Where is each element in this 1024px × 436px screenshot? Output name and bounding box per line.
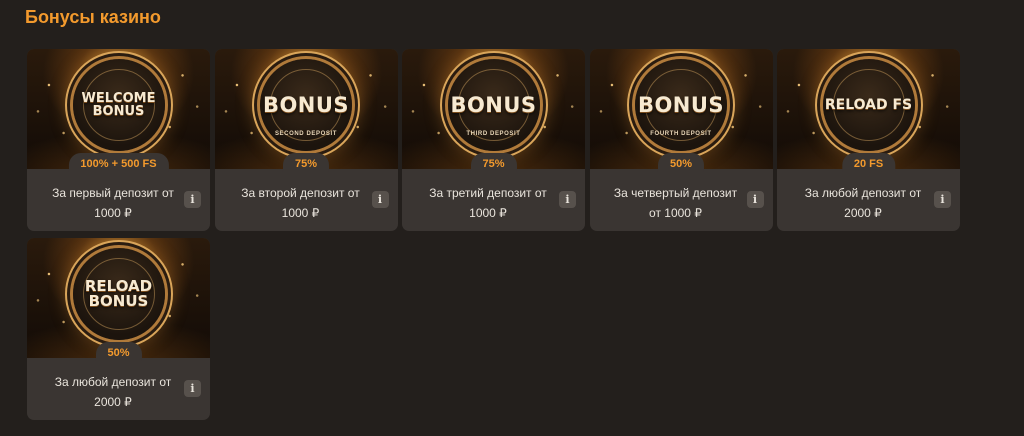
- info-icon: i: [190, 193, 195, 206]
- info-button[interactable]: i: [184, 380, 201, 397]
- info-icon: i: [752, 193, 758, 206]
- bonus-card-second-deposit[interactable]: BONUS SECOND DEPOSIT 75% За второй депоз…: [214, 49, 398, 231]
- bonus-card-image: BONUS THIRD DEPOSIT: [402, 49, 585, 169]
- coin-title: WELCOME BONUS: [81, 91, 156, 119]
- info-icon: i: [565, 193, 570, 206]
- bonus-card-reload-fs[interactable]: RELOAD FS 20 FS За любой депозит от 2000…: [777, 49, 960, 231]
- bonus-description: За любой депозит от 2000 ₽: [41, 372, 185, 412]
- bonus-card-welcome[interactable]: WELCOME BONUS 100% + 500 FS За первый де…: [27, 49, 210, 231]
- bonus-description-line: 1000 ₽: [281, 206, 320, 220]
- bonus-amount-badge: 100% + 500 FS: [68, 153, 169, 172]
- bonus-description-line: 1000 ₽: [94, 206, 132, 220]
- coin-title: BONUS: [262, 92, 350, 117]
- coin-subtitle: SECOND DEPOSIT: [274, 131, 338, 137]
- info-icon: i: [940, 193, 945, 206]
- coin-title: BONUS: [450, 92, 537, 117]
- bonus-description-line: 1000 ₽: [469, 206, 507, 220]
- info-button[interactable]: i: [371, 191, 389, 208]
- bonus-card-image: BONUS SECOND DEPOSIT: [214, 49, 398, 169]
- info-button[interactable]: i: [559, 191, 576, 208]
- bonus-description-line: За четвертый депозит: [613, 186, 738, 200]
- info-button[interactable]: i: [184, 191, 201, 208]
- coin-emblem: RELOAD BONUS: [72, 248, 165, 340]
- coin-subtitle: THIRD DEPOSIT: [466, 131, 521, 137]
- bonus-card-image: RELOAD FS: [777, 49, 960, 169]
- coin-title: RELOAD FS: [824, 97, 913, 113]
- coin-emblem: RELOAD FS: [822, 59, 915, 151]
- info-icon: i: [377, 193, 383, 206]
- bonus-amount-badge: 20 FS: [841, 153, 896, 172]
- bonus-description-line: За первый депозит от: [52, 186, 174, 200]
- bonus-description-line: За второй депозит от: [241, 186, 360, 200]
- coin-emblem: WELCOME BONUS: [72, 59, 165, 151]
- bonus-amount-badge: 75%: [470, 153, 517, 172]
- bonus-card-image: BONUS FOURTH DEPOSIT: [589, 49, 773, 169]
- bonus-description: За второй депозит от 1000 ₽: [229, 183, 373, 223]
- info-button[interactable]: i: [746, 191, 764, 208]
- info-icon: i: [190, 382, 195, 395]
- coin-subtitle: FOURTH DEPOSIT: [650, 131, 712, 137]
- coin-title: RELOAD BONUS: [84, 277, 153, 310]
- bonus-description: За третий депозит от 1000 ₽: [416, 183, 560, 223]
- coin-title: BONUS: [637, 92, 725, 117]
- bonus-description-line: 2000 ₽: [844, 206, 882, 220]
- coin-emblem: BONUS FOURTH DEPOSIT: [635, 59, 727, 151]
- bonus-description-line: За любой депозит от: [54, 375, 172, 389]
- bonus-amount-badge: 75%: [282, 153, 330, 172]
- bonus-grid: WELCOME BONUS 100% + 500 FS За первый де…: [27, 49, 967, 420]
- bonus-description-line: 2000 ₽: [94, 395, 132, 409]
- coin-emblem: BONUS SECOND DEPOSIT: [260, 59, 352, 151]
- bonus-amount-badge: 50%: [95, 342, 142, 361]
- bonus-description-line: За третий депозит от: [429, 186, 547, 200]
- section-title: Бонусы казино: [25, 7, 161, 27]
- bonus-card-fourth-deposit[interactable]: BONUS FOURTH DEPOSIT 50% За четвертый де…: [589, 49, 773, 231]
- bonus-description: За любой депозит от 2000 ₽: [791, 183, 935, 223]
- bonus-description: За первый депозит от 1000 ₽: [41, 183, 185, 223]
- bonus-card-image: RELOAD BONUS: [27, 238, 210, 358]
- bonus-card-reload-bonus[interactable]: RELOAD BONUS 50% За любой депозит от 200…: [27, 238, 210, 420]
- bonus-card-third-deposit[interactable]: BONUS THIRD DEPOSIT 75% За третий депози…: [402, 49, 585, 231]
- info-button[interactable]: i: [934, 191, 951, 208]
- coin-emblem: BONUS THIRD DEPOSIT: [447, 59, 540, 151]
- bonus-card-image: WELCOME BONUS: [27, 49, 210, 169]
- bonus-description: За четвертый депозит от 1000 ₽: [604, 183, 748, 223]
- bonus-description-line: За любой депозит от: [804, 186, 922, 200]
- bonus-description-line: от 1000 ₽: [649, 206, 702, 220]
- bonus-amount-badge: 50%: [657, 153, 705, 172]
